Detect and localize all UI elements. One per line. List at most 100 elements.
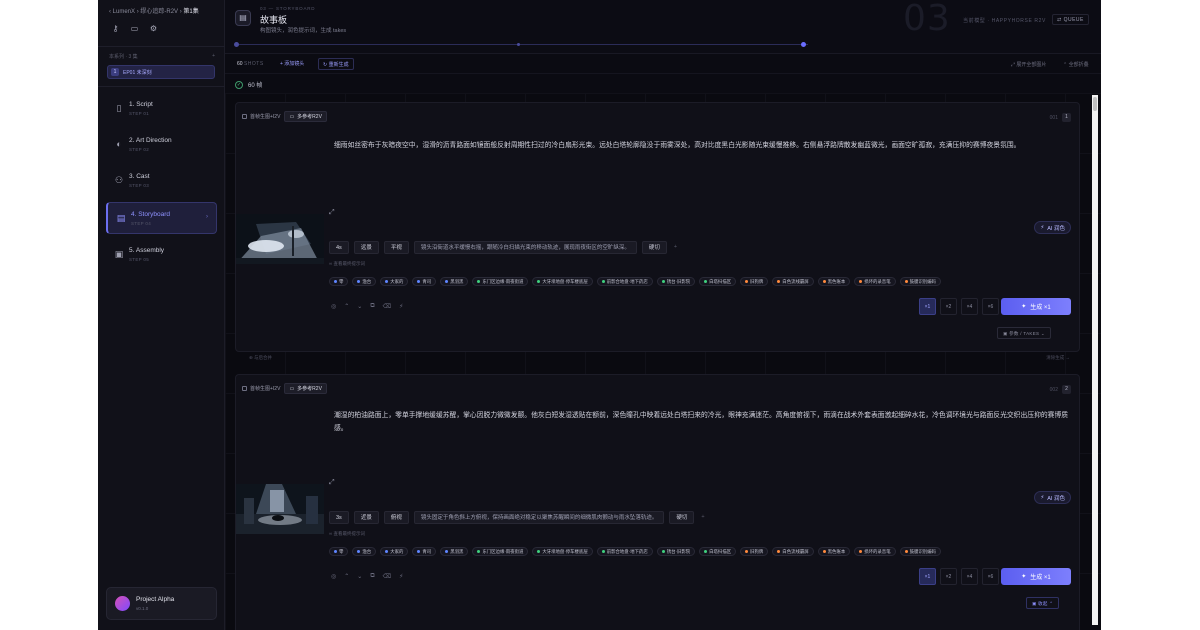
takes-option[interactable]: ×6 [982, 568, 999, 585]
asset-tag[interactable]: 渔台 [352, 547, 377, 556]
add-param-icon[interactable]: + [699, 511, 706, 524]
takes-option[interactable]: ×4 [961, 568, 978, 585]
mode-r2v-option[interactable]: ▭ 多参考R2V [284, 383, 327, 394]
takes-option[interactable]: ×1 [919, 298, 936, 315]
expand-all-button[interactable]: ⤢ 展开全部图片 [1011, 61, 1046, 68]
collapse-all-button[interactable]: ⌃ 全部折叠 [1063, 61, 1089, 68]
sidebar-item-art-direction[interactable]: ◐ 2. Art Direction STEP 02 [106, 128, 217, 160]
mode-r2v-option[interactable]: ▭ 多参考R2V [284, 111, 327, 122]
asset-tag[interactable]: 锈台·旧影院 [656, 277, 696, 286]
asset-tag[interactable]: 白塔扫描区 [699, 547, 737, 556]
breadcrumb-series[interactable]: 缪心追踪-R2V [140, 9, 178, 15]
sidebar-item-storyboard[interactable]: ▤ 4. Storyboard STEP 04 › [106, 202, 217, 234]
shot-size-select[interactable]: 远景 [353, 241, 379, 254]
final-prompt-link[interactable]: ∞ 查看最终提示词 [329, 261, 365, 267]
chevron-down-icon[interactable]: ⌄ [357, 573, 362, 580]
target-icon[interactable]: ◎ [331, 303, 336, 310]
asset-tag[interactable]: 大牙坝地盘·停车楼底层 [532, 277, 593, 286]
progress-node-current[interactable] [801, 42, 806, 47]
asset-tag[interactable]: 黑色账本 [817, 277, 851, 286]
clear-generation-button[interactable]: 清除生成 → [1046, 355, 1070, 361]
copy-icon[interactable]: ⧉ [370, 573, 374, 580]
chevron-up-icon[interactable]: ⌃ [344, 573, 349, 580]
asset-tag[interactable]: 白色流线霸屏 [772, 277, 814, 286]
scrollbar[interactable] [1092, 95, 1098, 625]
shot-thumbnail[interactable] [236, 214, 324, 264]
angle-select[interactable]: 平视 [383, 241, 409, 254]
asset-tag[interactable]: 大牙坝地盘·停车楼底层 [532, 547, 593, 556]
ai-polish-button[interactable]: ⚡ AI 润色 [1034, 491, 1071, 504]
gear-icon[interactable]: ⚙ [149, 24, 158, 33]
trash-icon[interactable]: ⌫ [383, 573, 391, 580]
asset-tag[interactable]: 东门区边缘·雨夜街道 [472, 277, 529, 286]
sidebar-item-script[interactable]: ▯ 1. Script STEP 01 [106, 92, 217, 124]
copy-icon[interactable]: ⧉ [370, 303, 374, 310]
progress-node[interactable] [234, 42, 239, 47]
takes-option[interactable]: ×2 [940, 298, 957, 315]
add-episode-icon[interactable]: + [212, 53, 215, 60]
camera-motion-field[interactable]: 镜头固定于角色斜上方俯视，保持画面绝对稳定以聚焦苏醒瞬间的细微肌肉颤动与雨水坠落… [413, 511, 665, 524]
asset-tag[interactable]: 零 [329, 547, 349, 556]
chevron-up-icon[interactable]: ⌃ [344, 303, 349, 310]
magic-icon[interactable]: ⚡ [399, 303, 403, 310]
duration-select[interactable]: 4s [329, 241, 349, 254]
asset-tag[interactable]: 黑色账本 [817, 547, 851, 556]
episode-selector[interactable]: 1 EP01 未深刻 [107, 65, 215, 79]
shot-description[interactable]: 细雨如丝密布于灰暗夜空中，湿滑的沥青路面如镜面般反射周期性扫过的冷白扇形光束。远… [334, 139, 1069, 152]
generate-button[interactable]: ✦ 生成 ×1 [1001, 298, 1071, 315]
asset-tag[interactable]: 旧狗牌 [740, 277, 769, 286]
trash-icon[interactable]: ⌫ [383, 303, 391, 310]
asset-tag[interactable]: 白色流线霸屏 [772, 547, 814, 556]
collapse-params-toggle[interactable]: ▣ 收起 ⌃ [1026, 597, 1060, 609]
mode-i2v-option[interactable]: 首帧生图+I2V [242, 113, 280, 120]
scrollbar-thumb[interactable] [1093, 97, 1097, 111]
chat-icon[interactable]: ▭ [130, 24, 139, 33]
chevron-down-icon[interactable]: ⌄ [357, 303, 362, 310]
asset-tag[interactable]: 青司 [412, 547, 437, 556]
expand-icon[interactable]: ⤢ [329, 479, 335, 487]
takes-option[interactable]: ×4 [961, 298, 978, 315]
asset-tag[interactable]: 损坏的录音笔 [854, 547, 896, 556]
back-chevron-icon[interactable]: ‹ [109, 9, 111, 15]
asset-tag[interactable]: 黑羽黑 [440, 277, 469, 286]
shot-list[interactable]: 首帧生图+I2V ▭ 多参考R2V 001 1 细雨如丝密布于灰暗夜空中，湿滑的沥青… [225, 93, 1101, 630]
sidebar-item-assembly[interactable]: ▣ 5. Assembly STEP 05 [106, 238, 217, 270]
asset-tag[interactable]: 锈台·旧影院 [656, 547, 696, 556]
params-takes-toggle[interactable]: ▣ 参数 / TAKES ⌄ [997, 327, 1051, 339]
target-icon[interactable]: ◎ [331, 573, 336, 580]
asset-tag[interactable]: 黑羽黑 [440, 547, 469, 556]
asset-tag[interactable]: 大家的 [380, 277, 409, 286]
asset-tag[interactable]: 前影合地盘·地下药店 [596, 277, 653, 286]
asset-tag[interactable]: 零 [329, 277, 349, 286]
breadcrumb-root[interactable]: LumenX [113, 9, 135, 15]
final-prompt-link[interactable]: ∞ 查看最终提示词 [329, 531, 365, 537]
key-icon[interactable]: ⚷ [111, 24, 120, 33]
asset-tag[interactable]: 渔台 [352, 277, 377, 286]
transition-select[interactable]: 硬切 [641, 241, 667, 254]
camera-motion-field[interactable]: 镜头沿街道水平缓慢右摇，跟随冷白扫描光束的移动轨迹，展现雨夜街区的空旷纵深。 [413, 241, 637, 254]
asset-tag[interactable]: 损坏的录音笔 [854, 277, 896, 286]
asset-tag[interactable]: 前影合地盘·地下药店 [596, 547, 653, 556]
asset-tag[interactable]: 白塔扫描区 [699, 277, 737, 286]
duration-select[interactable]: 3s [329, 511, 349, 524]
asset-tag[interactable]: 鼓膜识别编码 [899, 277, 941, 286]
angle-select[interactable]: 俯视 [383, 511, 409, 524]
progress-node[interactable] [517, 43, 520, 46]
ai-polish-button[interactable]: ⚡ AI 润色 [1034, 221, 1071, 234]
sidebar-item-cast[interactable]: ⚇ 3. Cast STEP 03 [106, 164, 217, 196]
mode-i2v-option[interactable]: 首帧生图+I2V [242, 385, 280, 392]
takes-option[interactable]: ×2 [940, 568, 957, 585]
asset-tag[interactable]: 旧狗牌 [740, 547, 769, 556]
queue-button[interactable]: ⇄ QUEUE [1052, 14, 1089, 25]
transition-select[interactable]: 硬切 [669, 511, 695, 524]
takes-option[interactable]: ×6 [982, 298, 999, 315]
project-card[interactable]: Project Alpha v0.1.0 [106, 587, 217, 620]
expand-icon[interactable]: ⤢ [329, 209, 335, 217]
add-shot-button[interactable]: + 添加镜头 [276, 58, 308, 70]
shot-thumbnail[interactable] [236, 484, 324, 534]
add-param-icon[interactable]: + [672, 241, 679, 254]
magic-icon[interactable]: ⚡ [399, 573, 403, 580]
regenerate-button[interactable]: ↻ 重新生成 [318, 58, 354, 70]
generate-button[interactable]: ✦ 生成 ×1 [1001, 568, 1071, 585]
asset-tag[interactable]: 青司 [412, 277, 437, 286]
